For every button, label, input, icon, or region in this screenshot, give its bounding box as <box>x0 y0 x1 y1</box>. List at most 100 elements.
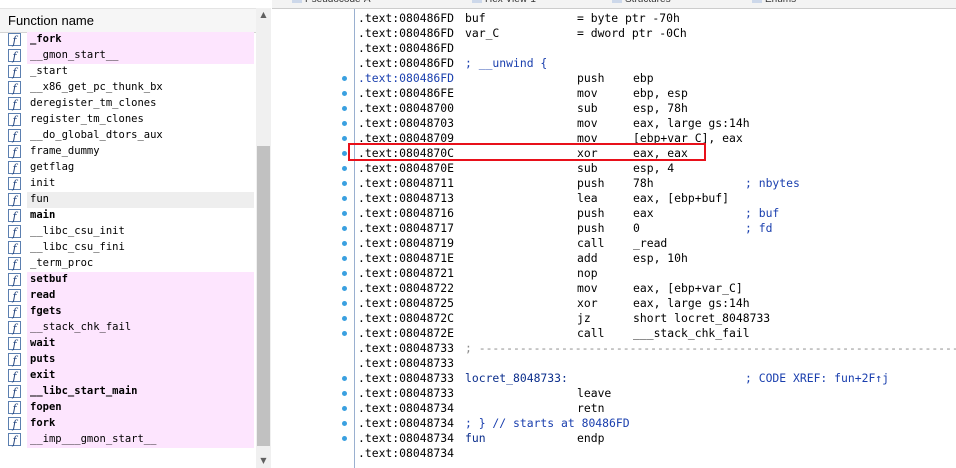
line-marker-dot[interactable] <box>342 301 347 306</box>
instruction-operands: esp, 10h <box>633 251 688 265</box>
function-icon: f <box>8 385 21 399</box>
line-comment: ; --------------------------------------… <box>465 341 956 355</box>
function-list-item[interactable]: f __libc_csu_init <box>0 224 256 240</box>
function-list-item[interactable]: f register_tm_clones <box>0 112 256 128</box>
line-marker-dot[interactable] <box>342 121 347 126</box>
function-list-item[interactable]: f read <box>0 288 256 304</box>
tab-pseudocode-a[interactable]: Pseudocode-A <box>292 0 371 7</box>
instruction-mnemonic: endp <box>577 431 605 445</box>
disassembly-line[interactable]: .text:08048722 mov eax, [ebp+var_C] <box>358 281 954 296</box>
disassembly-line[interactable]: .text:08048733 ; ------------------------… <box>358 341 956 356</box>
disassembly-line[interactable]: .text:080486FD var_C = dword ptr -0Ch <box>358 26 954 41</box>
line-marker-dot[interactable] <box>342 436 347 441</box>
line-marker-dot[interactable] <box>342 151 347 156</box>
function-list: f _fork f __gmon_start__ f _start f __x86_get_p… <box>0 32 256 448</box>
disassembly-line[interactable]: .text:08048733 <box>358 356 954 371</box>
line-marker-dot[interactable] <box>342 421 347 426</box>
function-list-item[interactable]: f exit <box>0 368 256 384</box>
function-list-item[interactable]: f setbuf <box>0 272 256 288</box>
function-list-item[interactable]: f fgets <box>0 304 256 320</box>
disassembly-line[interactable]: .text:08048721 nop <box>358 266 954 281</box>
tab-hex-view-1[interactable]: Hex View-1 <box>472 0 536 7</box>
line-marker-dot[interactable] <box>342 391 347 396</box>
line-marker-dot[interactable] <box>342 166 347 171</box>
line-marker-dot[interactable] <box>342 241 347 246</box>
disassembly-line[interactable]: .text:08048733 leave <box>358 386 954 401</box>
disassembly-line[interactable]: .text:08048734 retn <box>358 401 954 416</box>
line-marker-dot[interactable] <box>342 136 347 141</box>
function-list-item[interactable]: f _fork <box>0 32 256 48</box>
disassembly-line[interactable]: .text:08048719 call _read <box>358 236 954 251</box>
disassembly-line[interactable]: .text:080486FD <box>358 41 954 56</box>
disassembly-line[interactable]: .text:08048717 push 0 ; fd <box>358 221 954 236</box>
function-list-item[interactable]: f __stack_chk_fail <box>0 320 256 336</box>
line-marker-dot[interactable] <box>342 76 347 81</box>
function-list-item[interactable]: f fork <box>0 416 256 432</box>
line-marker-dot[interactable] <box>342 91 347 96</box>
tab-icon <box>612 0 622 3</box>
function-list-item[interactable]: f deregister_tm_clones <box>0 96 256 112</box>
line-marker-dot[interactable] <box>342 286 347 291</box>
function-list-item[interactable]: f fun <box>0 192 256 208</box>
function-list-item[interactable]: f __do_global_dtors_aux <box>0 128 256 144</box>
function-list-item[interactable]: f init <box>0 176 256 192</box>
disassembly-line[interactable]: .text:08048716 push eax ; buf <box>358 206 954 221</box>
line-comment: ; fd <box>745 221 773 235</box>
disassembly-line[interactable]: .text:08048734 ; } // starts at 80486FD <box>358 416 954 431</box>
function-list-item[interactable]: f _term_proc <box>0 256 256 272</box>
disassembly-line[interactable]: .text:080486FD push ebp <box>358 71 954 86</box>
line-marker-dot[interactable] <box>342 106 347 111</box>
line-marker-dot[interactable] <box>342 316 347 321</box>
function-list-item[interactable]: f __x86_get_pc_thunk_bx <box>0 80 256 96</box>
disassembly-view[interactable]: .text:080486FD buf = byte ptr -70h .text:08… <box>355 9 956 468</box>
line-marker-dot[interactable] <box>342 211 347 216</box>
disassembly-line[interactable]: .text:0804871E add esp, 10h <box>358 251 954 266</box>
line-address: .text:08048700 <box>358 101 455 115</box>
disassembly-line[interactable]: .text:08048713 lea eax, [ebp+buf] <box>358 191 954 206</box>
line-marker-dot[interactable] <box>342 376 347 381</box>
instruction-operands: 0 <box>633 221 640 235</box>
disassembly-line[interactable]: .text:080486FD ; __unwind { <box>358 56 954 71</box>
disassembly-line[interactable]: .text:08048703 mov eax, large gs:14h <box>358 116 954 131</box>
instruction-mnemonic: xor <box>577 296 598 310</box>
line-marker-dot[interactable] <box>342 271 347 276</box>
disassembly-line[interactable]: .text:08048734 <box>358 446 954 461</box>
tab-enums[interactable]: Enums <box>752 0 796 7</box>
function-list-item[interactable]: f __libc_start_main <box>0 384 256 400</box>
function-name-column-header[interactable]: Function name <box>0 8 256 33</box>
disassembly-line[interactable]: .text:08048734 fun endp <box>358 431 954 446</box>
disassembly-line[interactable]: .text:08048700 sub esp, 78h <box>358 101 954 116</box>
disassembly-line[interactable]: .text:08048733 locret_8048733: ; CODE XREF… <box>358 371 954 386</box>
function-list-item[interactable]: f getflag <box>0 160 256 176</box>
line-marker-dot[interactable] <box>342 331 347 336</box>
line-marker-dot[interactable] <box>342 181 347 186</box>
line-label: locret_8048733: <box>465 371 568 385</box>
instruction-mnemonic: call <box>577 326 605 340</box>
function-list-item[interactable]: f __gmon_start__ <box>0 48 256 64</box>
function-list-item[interactable]: f _start <box>0 64 256 80</box>
disassembly-line[interactable]: .text:080486FD buf = byte ptr -70h <box>358 11 954 26</box>
function-list-item[interactable]: f main <box>0 208 256 224</box>
line-marker-dot[interactable] <box>342 226 347 231</box>
line-marker-dot[interactable] <box>342 406 347 411</box>
scrollbar-thumb[interactable] <box>257 146 270 446</box>
instruction-operands: ___stack_chk_fail <box>633 326 750 340</box>
function-list-item[interactable]: f fopen <box>0 400 256 416</box>
function-list-scrollbar[interactable]: ▲ ▼ <box>256 8 271 468</box>
function-list-item[interactable]: f wait <box>0 336 256 352</box>
function-list-item[interactable]: f frame_dummy <box>0 144 256 160</box>
scroll-down-arrow-icon[interactable]: ▼ <box>256 454 271 468</box>
function-list-item[interactable]: f __libc_csu_fini <box>0 240 256 256</box>
scroll-up-arrow-icon[interactable]: ▲ <box>256 8 271 22</box>
line-marker-dot[interactable] <box>342 196 347 201</box>
disassembly-line[interactable]: .text:0804870E sub esp, 4 <box>358 161 954 176</box>
disassembly-line[interactable]: .text:0804872E call ___stack_chk_fail <box>358 326 954 341</box>
function-list-item[interactable]: f puts <box>0 352 256 368</box>
disassembly-line[interactable]: .text:080486FE mov ebp, esp <box>358 86 954 101</box>
disassembly-line[interactable]: .text:08048711 push 78h ; nbytes <box>358 176 954 191</box>
tab-structures[interactable]: Structures <box>612 0 671 7</box>
disassembly-line[interactable]: .text:0804872C jz short locret_8048733 <box>358 311 954 326</box>
disassembly-line[interactable]: .text:08048725 xor eax, large gs:14h <box>358 296 954 311</box>
line-marker-dot[interactable] <box>342 256 347 261</box>
function-list-item[interactable]: f __imp___gmon_start__ <box>0 432 256 448</box>
